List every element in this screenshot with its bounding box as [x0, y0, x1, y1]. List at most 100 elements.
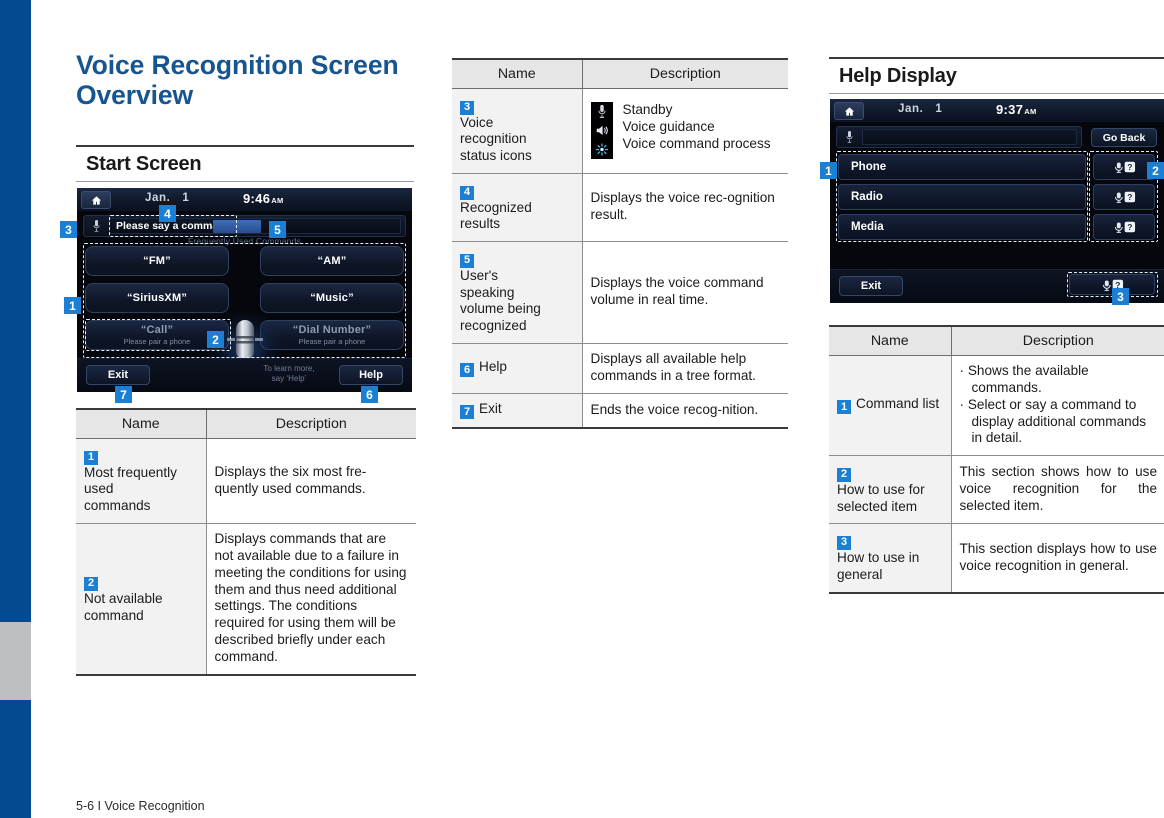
- command-list-item-phone[interactable]: Phone: [838, 154, 1086, 180]
- device-date-month: Jan.: [145, 192, 171, 204]
- home-icon[interactable]: [834, 102, 864, 120]
- status-label-standby: Standby: [622, 102, 673, 118]
- recognized-result-field: [862, 129, 1077, 145]
- table-row: 5User's speaking volume being recognized…: [452, 241, 788, 345]
- device-time: 9:46AM: [243, 191, 284, 206]
- column-header-name: Name: [76, 408, 207, 439]
- row-name-text: Exit: [479, 400, 502, 416]
- command-list-label: Phone: [851, 161, 887, 173]
- device-date: Jan. 1: [145, 192, 189, 204]
- column-header-description: Description: [951, 325, 1164, 356]
- exit-button[interactable]: Exit: [86, 365, 150, 385]
- callout-badge-inline-6: 6: [460, 363, 474, 378]
- table-header-row: Name Description: [76, 408, 416, 439]
- row-name-text: User's speaking volume being recognized: [460, 267, 541, 334]
- voice-command-button[interactable]: “SiriusXM”: [85, 283, 229, 313]
- page-edge-tab: [0, 0, 31, 818]
- row-description-cell: Displays the voice rec-ognition result.: [582, 173, 788, 243]
- section-help-display: Help Display: [829, 57, 1164, 94]
- home-icon[interactable]: [81, 191, 111, 209]
- frequently-used-commands-grid: “FM” “AM” “SiriusXM” “Music” “Call” Plea…: [85, 246, 404, 387]
- row-name-cell: 1Most frequently used commands: [76, 438, 207, 525]
- voice-command-button[interactable]: “Music”: [260, 283, 404, 313]
- description-bullet: · Select or say a command to display add…: [959, 396, 1147, 446]
- table-row: 4Recognized results Displays the voice r…: [452, 173, 788, 243]
- column-header-description: Description: [206, 408, 416, 439]
- row-description-cell: Standby Voice guidance Voice command pro…: [582, 88, 788, 175]
- page-title-line2: Overview: [76, 80, 194, 111]
- row-name-cell: 3Voice recognition status icons: [452, 88, 583, 175]
- page-title-line1: Voice Recognition Screen: [76, 50, 399, 80]
- recognized-result-field: Please say a command.: [109, 218, 401, 234]
- device-date-month: Jan.: [898, 103, 924, 115]
- row-name-text: Recognized results: [460, 199, 532, 232]
- row-description-cell: Displays the six most fre-quently used c…: [206, 438, 416, 525]
- command-label: “AM”: [317, 255, 347, 267]
- section-heading-start-screen: Start Screen: [76, 145, 414, 182]
- help-display-spec-table: Name Description 1 Command list · Shows t…: [829, 325, 1164, 594]
- command-list-item-radio[interactable]: Radio: [838, 184, 1086, 210]
- device-status-bar: Jan. 1 9:37AM: [830, 99, 1164, 122]
- frequently-used-commands-label: Frequently Used Commands: [188, 236, 301, 246]
- table-header-row: Name Description: [452, 58, 788, 89]
- row-name-text: Command list: [856, 395, 940, 411]
- table-row: 1Most frequently used commands Displays …: [76, 438, 416, 525]
- svg-text:?: ?: [1127, 222, 1132, 232]
- mic-question-icon-button-media[interactable]: ?: [1093, 214, 1155, 240]
- mic-question-icon-button-radio[interactable]: ?: [1093, 184, 1155, 210]
- callout-badge-7: 7: [115, 386, 132, 403]
- column-header-description: Description: [582, 58, 788, 89]
- callout-badge-inline-5: 5: [460, 253, 474, 268]
- row-description-cell: Displays commands that are not available…: [206, 523, 416, 676]
- callout-badge-2: 2: [1147, 162, 1164, 179]
- command-label: “Dial Number”: [292, 324, 372, 336]
- row-name-text: Not available command: [84, 590, 163, 623]
- row-name-cell: 7 Exit: [452, 393, 583, 430]
- svg-text:?: ?: [1127, 192, 1132, 202]
- help-display-device-image: Jan. 1 9:37AM Go Back Phone Radio Media: [830, 99, 1164, 303]
- table-row: 6 Help Displays all available help comman…: [452, 343, 788, 394]
- callout-badge-inline-3: 3: [837, 535, 851, 550]
- device-date: Jan. 1: [898, 103, 942, 115]
- table-row: 3How to use in general This section disp…: [829, 523, 1164, 594]
- go-back-button[interactable]: Go Back: [1091, 128, 1157, 147]
- callout-badge-inline-1: 1: [84, 450, 98, 465]
- row-description-cell: This section displays how to use voice r…: [951, 523, 1164, 594]
- mic-question-icon: ?: [1111, 160, 1137, 174]
- exit-button[interactable]: Exit: [839, 276, 903, 296]
- help-button[interactable]: Help: [339, 365, 403, 385]
- description-bullet: · Shows the available commands.: [959, 363, 1089, 395]
- page-footer: 5-6 I Voice Recognition: [76, 799, 205, 813]
- callout-badge-3: 3: [60, 221, 77, 238]
- row-name-text: Voice recognition status icons: [460, 114, 532, 164]
- command-sublabel: Please pair a phone: [298, 337, 366, 346]
- row-description-cell: Displays the voice command volume in rea…: [582, 241, 788, 345]
- page-edge-tab-marker: [0, 622, 31, 700]
- column-header-name: Name: [452, 58, 583, 89]
- command-list-item-media[interactable]: Media: [838, 214, 1086, 240]
- row-name-cell: 2Not available command: [76, 523, 207, 676]
- status-label-voice-command-process: Voice command process: [622, 135, 771, 151]
- section-heading-help-display: Help Display: [829, 57, 1164, 94]
- row-name-cell: 3How to use in general: [829, 523, 952, 594]
- callout-badge-2: 2: [207, 331, 224, 348]
- voice-command-button[interactable]: “FM”: [85, 246, 229, 276]
- column-header-name: Name: [829, 325, 952, 356]
- mic-question-icon-button-phone[interactable]: ?: [1093, 154, 1155, 180]
- row-name-text: How to use in general: [837, 549, 920, 582]
- start-screen-device-image: Jan. 1 9:46AM Please say a command. Frequ…: [77, 188, 412, 392]
- row-name-cell: 5User's speaking volume being recognized: [452, 241, 583, 345]
- voice-command-button[interactable]: “AM”: [260, 246, 404, 276]
- callout-badge-inline-7: 7: [460, 405, 474, 420]
- callout-badge-5: 5: [269, 221, 286, 238]
- row-description-cell: Displays all available help commands in …: [582, 343, 788, 394]
- command-list-label: Media: [851, 221, 884, 233]
- callout-badge-4: 4: [159, 205, 176, 222]
- voice-command-bar: Please say a command.: [83, 215, 406, 237]
- row-name-cell: 4Recognized results: [452, 173, 583, 243]
- table-row: 1 Command list · Shows the available comm…: [829, 355, 1164, 457]
- row-description-cell: · Shows the available commands. · Select…: [951, 355, 1164, 457]
- row-description-cell: Ends the voice recog-nition.: [582, 393, 788, 430]
- microphone-icon: [590, 102, 613, 122]
- callout-badge-inline-3: 3: [460, 100, 474, 115]
